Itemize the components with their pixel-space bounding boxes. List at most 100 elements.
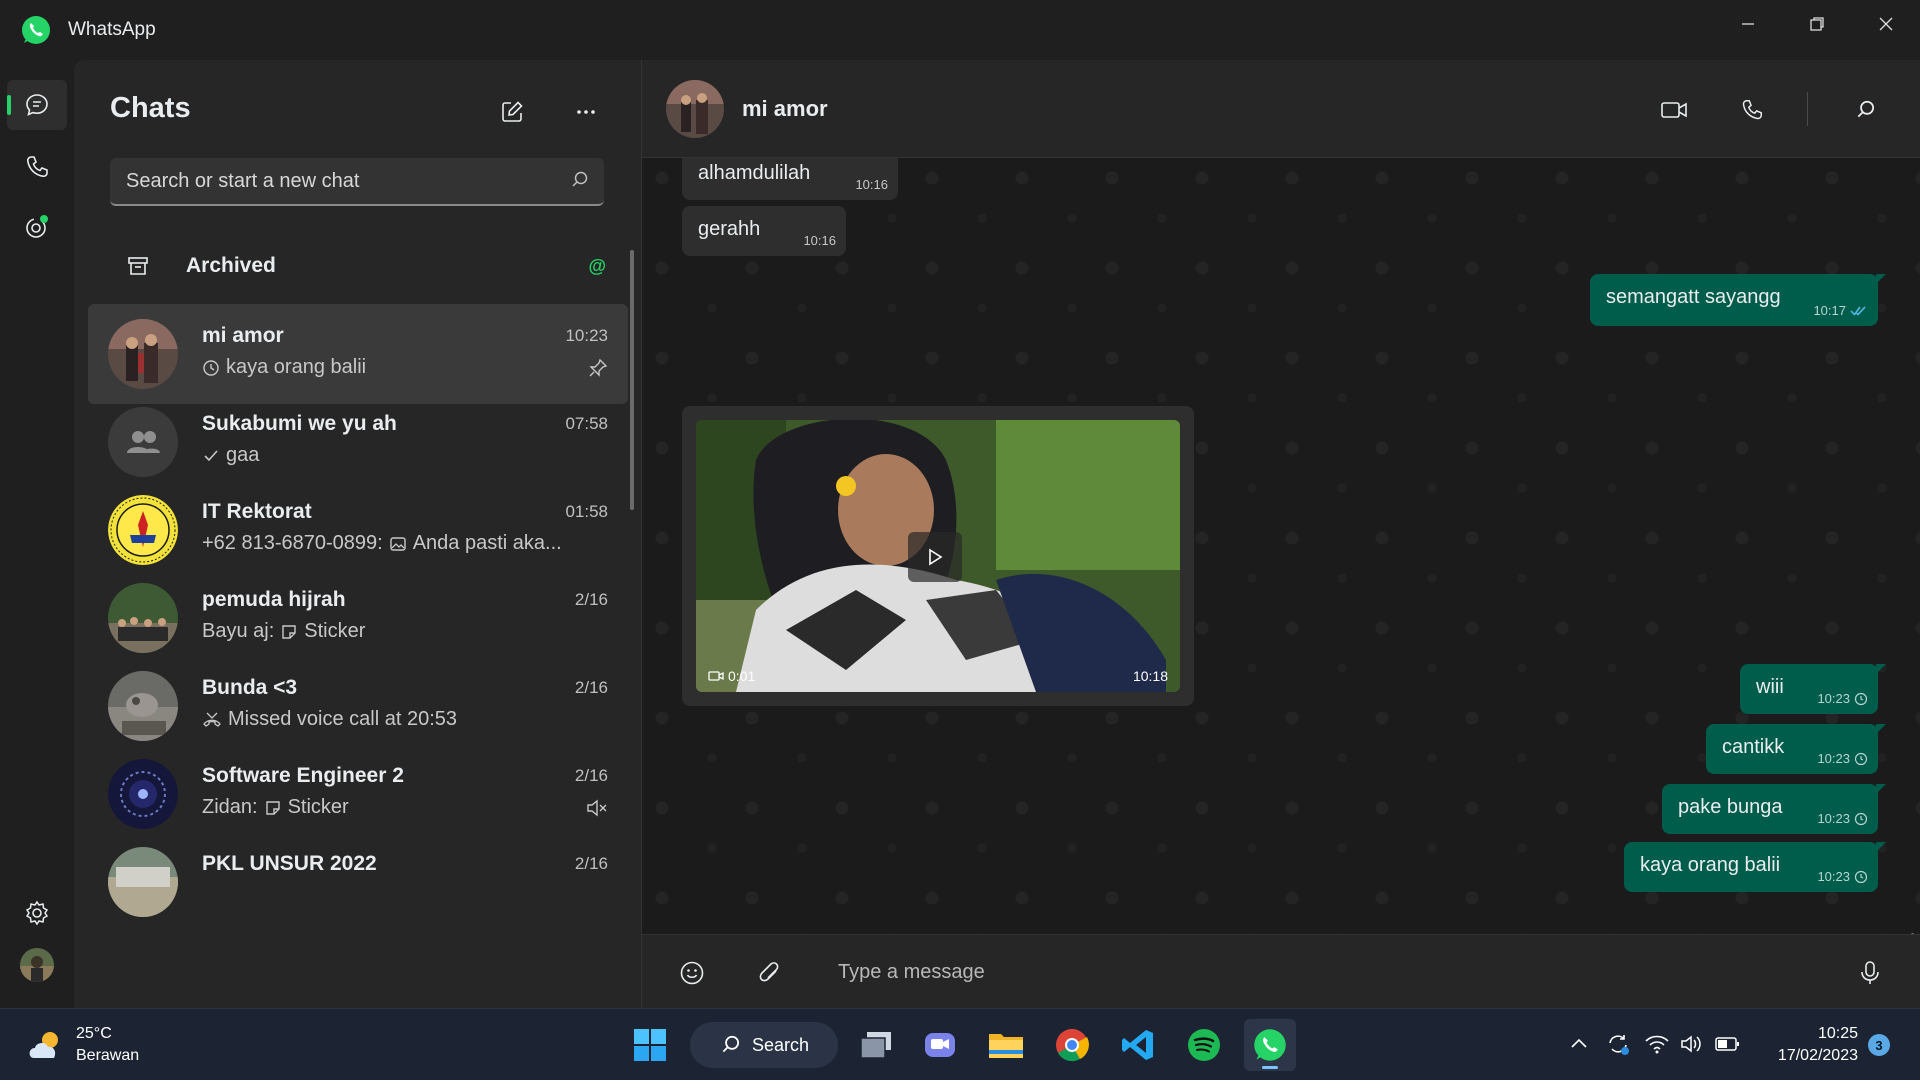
attach-button[interactable] [750,953,790,993]
play-button[interactable] [908,532,962,582]
chat-item[interactable]: pemuda hijrah 2/16 Bayu aj: Sticker [88,568,628,668]
notification-badge[interactable]: 3 [1868,1034,1890,1056]
task-view-button[interactable] [850,1019,902,1071]
outgoing-message[interactable]: semangatt sayangg 10:17 [1590,274,1886,326]
pin-icon [588,358,608,383]
archived-label: Archived [186,254,276,277]
message-time: 10:23 [1817,869,1850,884]
outgoing-message[interactable]: kaya orang balii 10:23 [1624,842,1886,892]
avatar [108,671,178,741]
whatsapp-logo-icon [22,16,50,44]
windows-taskbar: 25°C Berawan Search 10:25 17/02/2023 3 [0,1008,1920,1080]
search-icon[interactable] [570,170,590,190]
chat-item[interactable]: Sukabumi we yu ah 07:58 gaa [88,392,628,492]
video-call-button[interactable] [1654,90,1694,130]
chat-preview: +62 813-6870-0899: Anda pasti aka... [202,532,592,555]
minimize-button[interactable] [1713,0,1782,48]
mention-badge: @ [588,255,606,276]
more-options-button[interactable] [568,94,604,130]
weather-temp: 25°C [76,1025,112,1042]
new-chat-button[interactable] [494,94,530,130]
chat-item[interactable]: Bunda <3 2/16 Missed voice call at 20:53 [88,656,628,756]
clock-icon [1854,692,1868,705]
message-text: cantikk [1722,736,1785,758]
message-meta: 10:17 [1813,303,1868,318]
file-explorer-button[interactable] [980,1019,1032,1071]
clock-icon [1854,870,1868,883]
rail-calls-button[interactable] [7,142,67,192]
group-avatar [108,407,178,477]
clock-icon [203,359,219,376]
clock-icon [1854,752,1868,765]
rail-settings-button[interactable] [7,888,67,938]
emoji-button[interactable] [672,953,712,993]
search-icon [722,1035,740,1053]
chat-item[interactable]: PKL UNSUR 2022 2/16 [88,832,628,932]
vscode-button[interactable] [1112,1019,1164,1071]
whatsapp-taskbar-button[interactable] [1244,1019,1296,1071]
search-input[interactable] [126,158,556,204]
chat-name: Bunda <3 [202,676,298,699]
chat-item[interactable]: Software Engineer 2 2/16 Zidan: Sticker [88,744,628,844]
conversation-header: mi amor [642,60,1920,158]
message-time: 10:23 [1817,811,1850,826]
message-input[interactable] [838,949,1828,995]
voice-message-button[interactable] [1850,953,1890,993]
whatsapp-icon [1254,1029,1286,1061]
paperclip-icon [759,962,779,982]
video-message[interactable]: 0:01 10:18 [682,406,1194,706]
restore-button[interactable] [1782,0,1851,48]
avatar [108,759,178,829]
check-icon [204,449,218,461]
chat-item[interactable]: mi amor 10:23 kaya orang balii [88,304,628,404]
outgoing-message[interactable]: pake bunga 10:23 [1662,784,1886,834]
incoming-message[interactable]: gerahh 10:16 [682,206,846,256]
wifi-icon[interactable] [1644,1033,1670,1055]
chat-time: 01:58 [565,502,608,521]
rail-status-button[interactable] [7,202,67,252]
volume-icon[interactable] [1680,1033,1704,1055]
close-button[interactable] [1851,0,1920,48]
weather-widget[interactable]: 25°C Berawan [26,1023,139,1067]
chat-list-panel: Chats Archived @ mi amor 10:23 kaya oran… [74,60,642,1008]
outgoing-message[interactable]: wiii 10:23 [1740,664,1886,714]
message-meta: 10:23 [1817,691,1868,706]
message-time: 10:23 [1817,751,1850,766]
archived-row[interactable]: Archived @ [88,238,628,294]
message-time: 10:16 [803,233,836,248]
rail-chats-button[interactable] [7,80,67,130]
chevron-up-icon[interactable] [1568,1034,1590,1054]
rail-profile-button[interactable] [7,940,67,990]
voice-call-button[interactable] [1732,90,1772,130]
chat-item[interactable]: IT Rektorat 01:58 +62 813-6870-0899: And… [88,480,628,580]
chat-preview-text: Anda pasti aka... [412,532,562,554]
phone-icon [26,156,48,178]
contact-name[interactable]: mi amor [742,96,828,122]
composer-bar [642,934,1920,1008]
incoming-message[interactable]: alhamdulilah 10:16 [682,158,898,200]
video-thumbnail[interactable]: 0:01 10:18 [696,420,1180,692]
chat-preview-text: Sticker [304,620,366,642]
phone-icon [1742,100,1762,120]
more-horizontal-icon [577,110,595,114]
chat-preview: gaa [202,444,592,467]
clock-icon [1854,812,1868,825]
taskbar-search-button[interactable]: Search [690,1022,838,1068]
battery-icon[interactable] [1714,1034,1742,1054]
sync-icon[interactable] [1604,1031,1632,1057]
chat-list-scrollbar[interactable] [630,250,634,510]
start-button[interactable] [624,1019,676,1071]
chrome-button[interactable] [1046,1019,1098,1071]
spotify-button[interactable] [1178,1019,1230,1071]
sticker-icon [282,624,296,639]
video-icon [708,671,724,681]
contact-avatar[interactable] [666,80,724,138]
teams-chat-button[interactable] [914,1019,966,1071]
message-meta: 10:23 [1817,811,1868,826]
outgoing-message[interactable]: cantikk 10:23 [1706,724,1886,774]
taskbar-clock[interactable]: 10:25 17/02/2023 [1762,1023,1858,1067]
search-messages-button[interactable] [1846,90,1886,130]
chat-preview-sender: +62 813-6870-0899: [202,532,383,554]
spotify-icon [1188,1029,1220,1061]
message-meta: 10:23 [1817,751,1868,766]
